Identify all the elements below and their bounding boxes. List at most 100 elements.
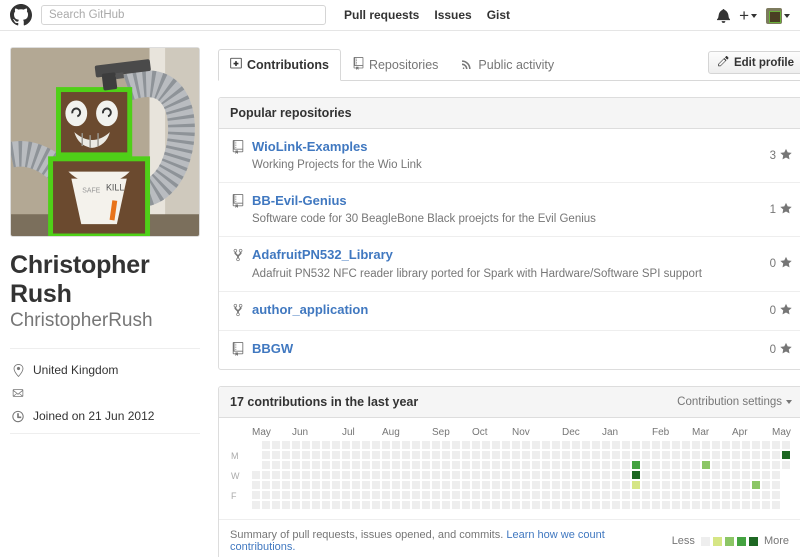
contribution-day-cell[interactable] [522,491,530,499]
contribution-day-cell[interactable] [442,441,450,449]
contribution-day-cell[interactable] [602,461,610,469]
contribution-day-cell[interactable] [312,501,320,509]
contribution-day-cell[interactable] [592,441,600,449]
contribution-day-cell[interactable] [642,451,650,459]
contribution-day-cell[interactable] [392,441,400,449]
contribution-day-cell[interactable] [312,461,320,469]
contribution-day-cell[interactable] [702,491,710,499]
contribution-day-cell[interactable] [592,461,600,469]
contribution-day-cell[interactable] [642,501,650,509]
contribution-day-cell[interactable] [622,471,630,479]
contribution-day-cell[interactable] [482,461,490,469]
contribution-day-cell[interactable] [692,501,700,509]
contribution-day-cell[interactable] [362,481,370,489]
contribution-day-cell[interactable] [582,461,590,469]
contribution-day-cell[interactable] [432,451,440,459]
contribution-day-cell[interactable] [562,451,570,459]
contribution-day-cell[interactable] [612,451,620,459]
contribution-day-cell[interactable] [712,451,720,459]
contribution-day-cell[interactable] [742,461,750,469]
contribution-day-cell[interactable] [462,461,470,469]
contribution-day-cell[interactable] [452,461,460,469]
contribution-day-cell[interactable] [492,441,500,449]
contribution-day-cell[interactable] [532,461,540,469]
contribution-day-cell[interactable] [352,441,360,449]
contribution-day-cell[interactable] [302,461,310,469]
contribution-day-cell[interactable] [742,451,750,459]
contribution-day-cell[interactable] [742,481,750,489]
contribution-day-cell[interactable] [432,461,440,469]
contribution-day-cell[interactable] [282,501,290,509]
contribution-day-cell[interactable] [312,491,320,499]
contribution-day-cell[interactable] [322,491,330,499]
contribution-day-cell[interactable] [292,501,300,509]
contribution-day-cell[interactable] [652,461,660,469]
contribution-day-cell[interactable] [602,471,610,479]
contribution-day-cell[interactable] [692,481,700,489]
contribution-day-cell[interactable] [512,501,520,509]
contribution-day-cell[interactable] [432,441,440,449]
contribution-day-cell[interactable] [532,501,540,509]
contribution-day-cell[interactable] [692,461,700,469]
contribution-day-cell[interactable] [492,451,500,459]
contribution-day-cell[interactable] [642,441,650,449]
contribution-day-cell[interactable] [522,471,530,479]
contribution-day-cell[interactable] [442,461,450,469]
contribution-day-cell[interactable] [502,451,510,459]
contribution-day-cell[interactable] [302,491,310,499]
contribution-day-cell[interactable] [752,451,760,459]
contribution-day-cell[interactable] [472,471,480,479]
contribution-day-cell[interactable] [572,501,580,509]
repo-name-link[interactable]: BBGW [252,341,293,357]
contribution-day-cell[interactable] [462,441,470,449]
contribution-graph-grid[interactable] [252,441,792,511]
contribution-day-cell[interactable] [402,501,410,509]
contribution-day-cell[interactable] [752,461,760,469]
contribution-day-cell[interactable] [562,441,570,449]
contribution-day-cell[interactable] [322,451,330,459]
contribution-day-cell[interactable] [402,481,410,489]
contribution-day-cell[interactable] [732,451,740,459]
contribution-day-cell[interactable] [542,471,550,479]
contribution-day-cell[interactable] [422,481,430,489]
contribution-day-cell[interactable] [452,441,460,449]
repo-name-link[interactable]: WioLink-Examples [252,139,367,155]
contribution-day-cell[interactable] [582,491,590,499]
repo-name-link[interactable]: AdafruitPN532_Library [252,247,393,263]
contribution-day-cell[interactable] [402,461,410,469]
contribution-day-cell[interactable] [352,471,360,479]
contribution-day-cell[interactable] [312,441,320,449]
contribution-day-cell[interactable] [542,451,550,459]
contribution-day-cell[interactable] [462,501,470,509]
contribution-day-cell[interactable] [522,481,530,489]
contribution-day-cell[interactable] [442,471,450,479]
contribution-day-cell[interactable] [502,471,510,479]
contribution-day-cell[interactable] [682,451,690,459]
contribution-day-cell[interactable] [662,491,670,499]
account-menu-button[interactable] [766,8,790,24]
contribution-day-cell[interactable] [772,451,780,459]
contribution-day-cell[interactable] [722,461,730,469]
contribution-day-cell[interactable] [592,471,600,479]
contribution-day-cell[interactable] [572,461,580,469]
contribution-day-cell[interactable] [712,471,720,479]
contribution-day-cell[interactable] [472,441,480,449]
contribution-day-cell[interactable] [662,441,670,449]
contribution-day-cell[interactable] [322,471,330,479]
contribution-day-cell[interactable] [352,501,360,509]
contribution-day-cell[interactable] [382,501,390,509]
contribution-day-cell[interactable] [512,491,520,499]
repo-list-item[interactable]: BBGW 0 [219,331,800,369]
contribution-day-cell[interactable] [302,481,310,489]
contribution-day-cell[interactable] [492,471,500,479]
bell-icon[interactable] [717,8,730,23]
contribution-day-cell[interactable] [632,471,640,479]
nav-issues[interactable]: Issues [434,8,471,22]
contribution-day-cell[interactable] [682,491,690,499]
contribution-day-cell[interactable] [762,491,770,499]
contribution-day-cell[interactable] [562,501,570,509]
contribution-day-cell[interactable] [632,461,640,469]
contribution-day-cell[interactable] [352,481,360,489]
repo-name-link[interactable]: BB-Evil-Genius [252,193,347,209]
contribution-day-cell[interactable] [622,491,630,499]
